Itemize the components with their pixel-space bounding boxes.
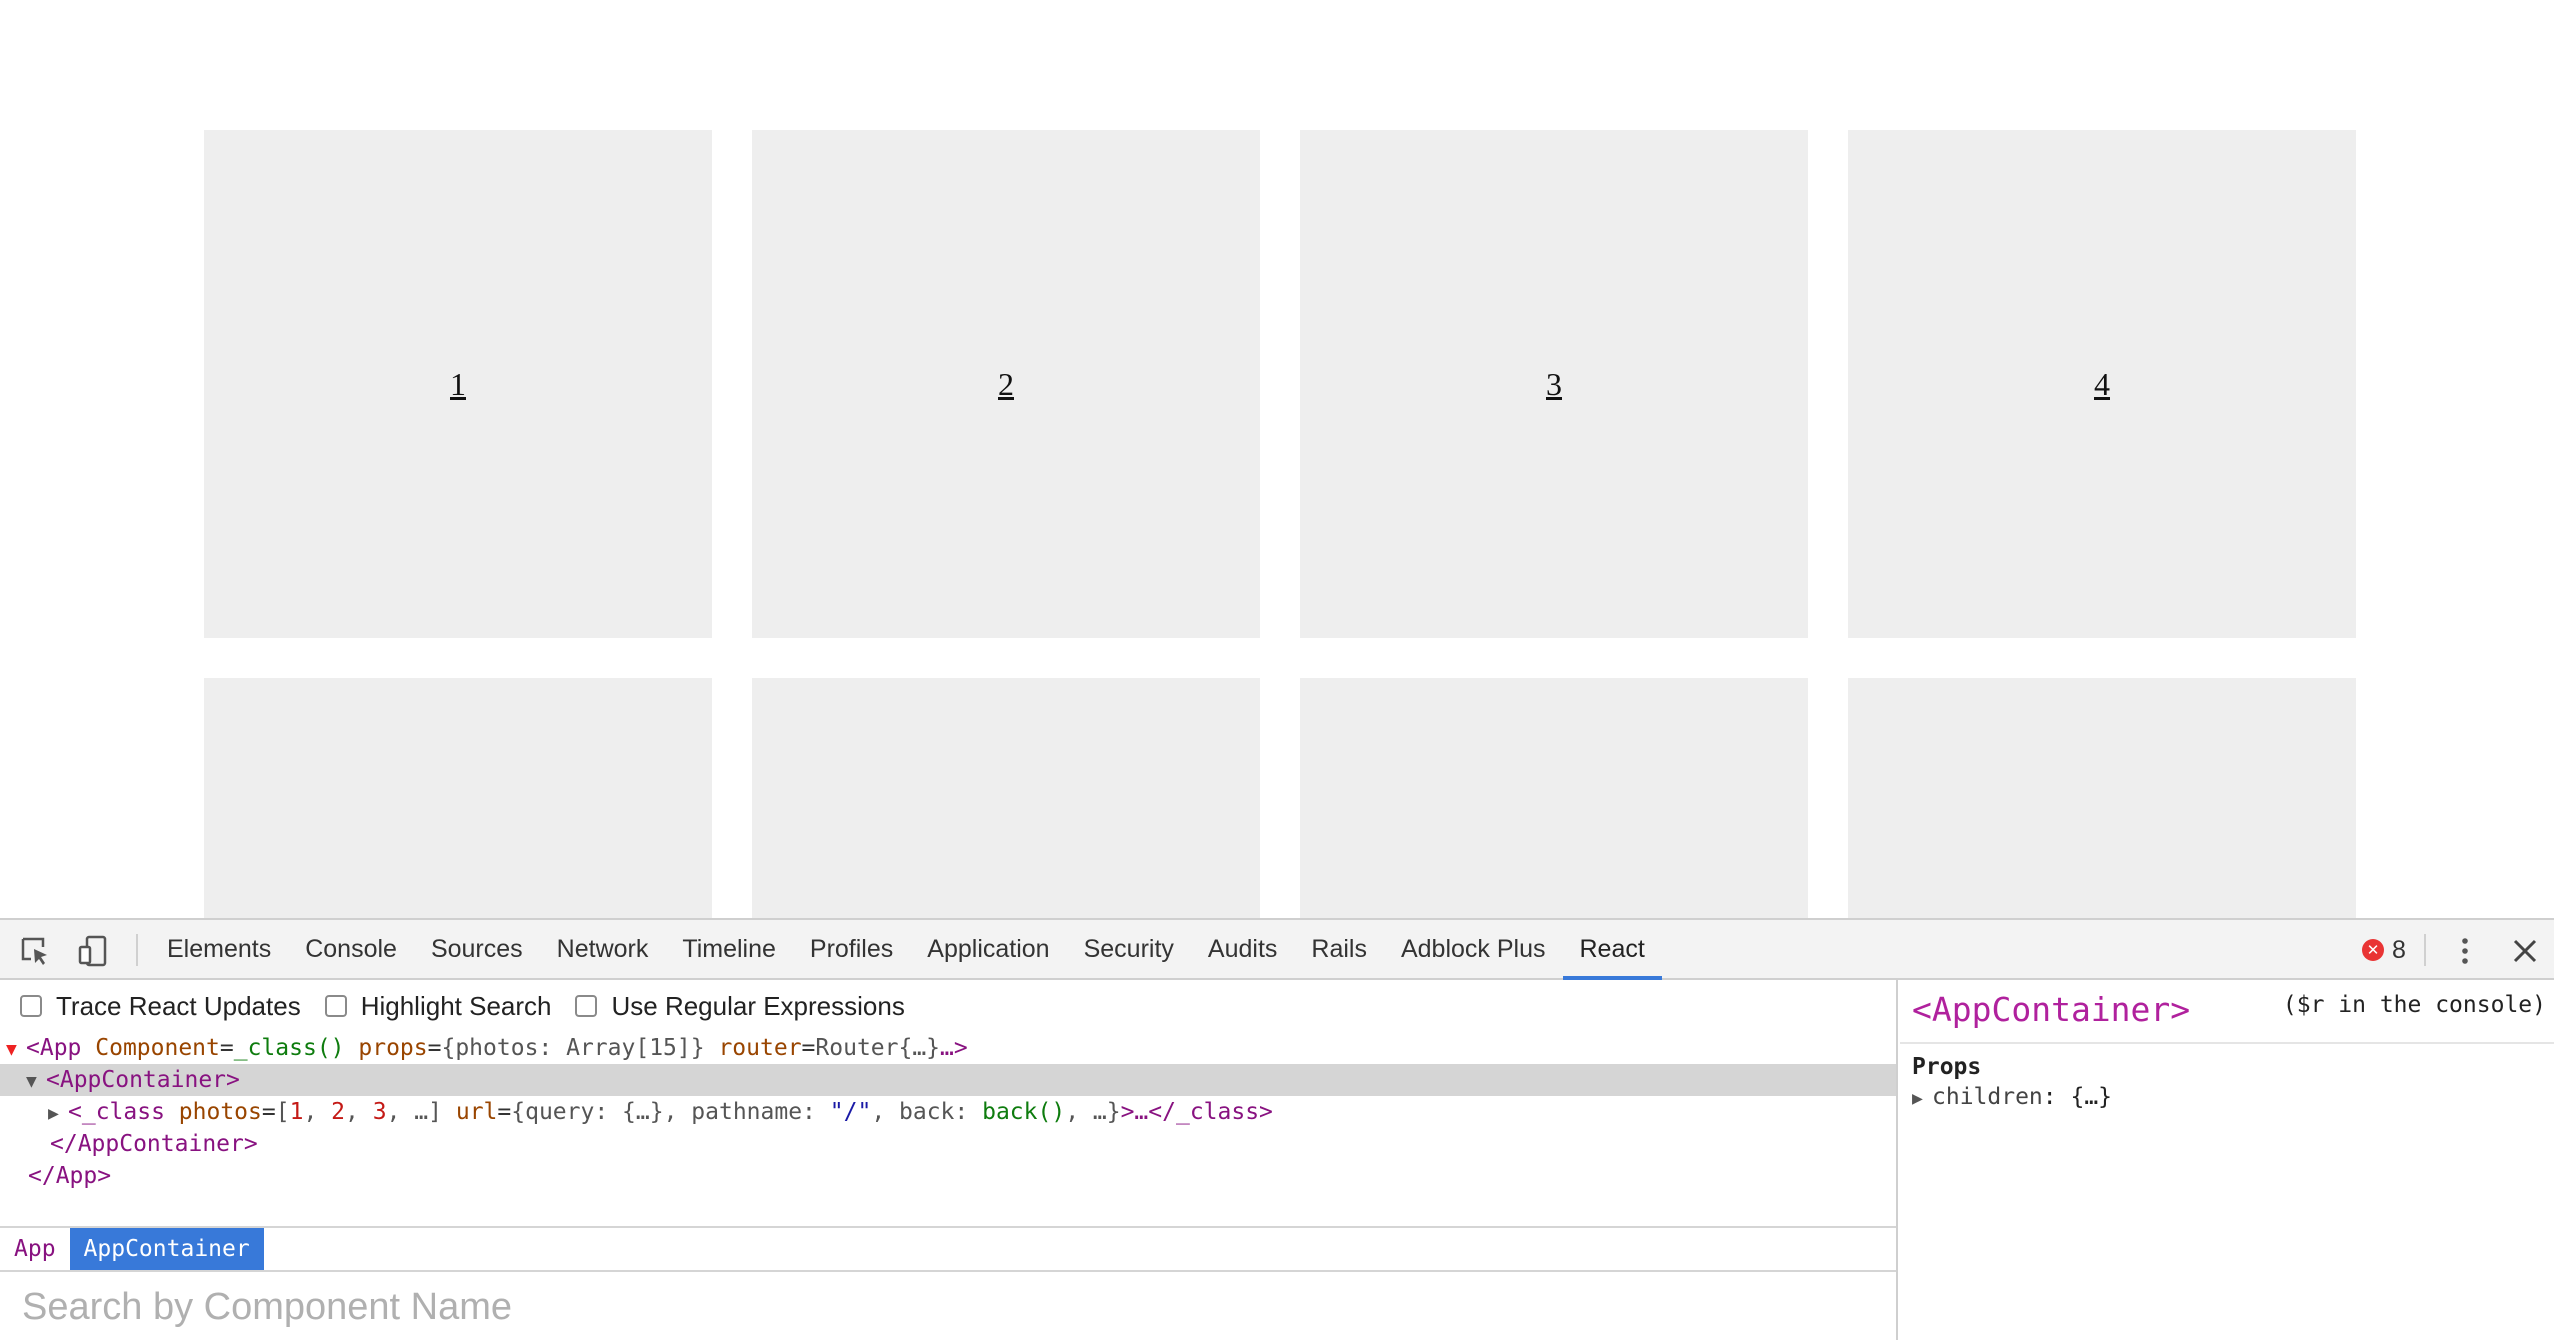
- expand-arrow-icon[interactable]: ▶: [48, 1098, 68, 1130]
- devtools-panel: Elements Console Sources Network Timelin…: [0, 918, 2554, 1340]
- prop-row[interactable]: ▶ children: {…}: [1912, 1084, 2112, 1110]
- regex-checkbox[interactable]: [575, 995, 598, 1017]
- devtools-tabs: Elements Console Sources Network Timelin…: [150, 920, 1663, 980]
- toolbar-divider: [2424, 934, 2426, 966]
- collapse-arrow-icon[interactable]: ▼: [6, 1034, 26, 1066]
- tree-node-class[interactable]: ▶ <_class photos=[1, 2, 3, …] url={query:…: [0, 1096, 1896, 1128]
- photo-tile[interactable]: [204, 678, 712, 918]
- regex-option[interactable]: Use Regular Expressions: [575, 990, 905, 1022]
- more-vertical-icon[interactable]: [2448, 934, 2482, 968]
- breadcrumb-appcontainer[interactable]: AppContainer: [69, 1228, 264, 1270]
- props-sidebar: <AppContainer> ($r in the console) Props…: [1900, 980, 2554, 1340]
- console-hint: ($r in the console): [2282, 992, 2546, 1018]
- tab-adblock-plus[interactable]: Adblock Plus: [1384, 920, 1563, 978]
- photo-tile[interactable]: [752, 678, 1260, 918]
- tab-elements[interactable]: Elements: [150, 920, 288, 978]
- tab-timeline[interactable]: Timeline: [665, 920, 793, 978]
- photo-tile[interactable]: [1300, 678, 1808, 918]
- trace-updates-label: Trace React Updates: [56, 990, 301, 1021]
- error-counter[interactable]: ✕ 8: [2362, 934, 2406, 966]
- breadcrumb-app[interactable]: App: [0, 1228, 70, 1270]
- expand-arrow-icon[interactable]: ▶: [1912, 1088, 1932, 1109]
- component-tree: ▼ <App Component=_class() props={photos: …: [0, 1032, 1896, 1204]
- photo-link[interactable]: 2: [998, 366, 1014, 403]
- device-toolbar-icon[interactable]: [76, 934, 110, 968]
- regex-label: Use Regular Expressions: [611, 990, 905, 1021]
- page-content: 1 2 3 4: [0, 0, 2554, 918]
- photo-tile[interactable]: 2: [752, 130, 1260, 638]
- photo-tile[interactable]: 1: [204, 130, 712, 638]
- close-icon[interactable]: [2508, 934, 2542, 968]
- highlight-search-label: Highlight Search: [360, 990, 552, 1021]
- error-icon: ✕: [2362, 939, 2384, 961]
- react-options-bar: Trace React Updates Highlight Search Use…: [0, 980, 1896, 1032]
- highlight-search-checkbox[interactable]: [324, 995, 347, 1017]
- photo-tile[interactable]: [1848, 678, 2356, 918]
- tab-application[interactable]: Application: [910, 920, 1066, 978]
- react-tree-panel: Trace React Updates Highlight Search Use…: [0, 980, 1898, 1340]
- props-heading: Props: [1912, 1054, 1982, 1080]
- tab-network[interactable]: Network: [540, 920, 666, 978]
- tab-profiles[interactable]: Profiles: [793, 920, 910, 978]
- selected-component-name: <AppContainer>: [1912, 990, 2191, 1029]
- error-count: 8: [2392, 935, 2406, 964]
- tab-audits[interactable]: Audits: [1191, 920, 1294, 978]
- breadcrumb: App AppContainer: [0, 1226, 1896, 1272]
- toolbar-divider: [136, 934, 138, 966]
- trace-updates-checkbox[interactable]: [20, 995, 42, 1017]
- photo-link[interactable]: 1: [450, 366, 466, 403]
- tab-console[interactable]: Console: [288, 920, 414, 978]
- sidebar-header: <AppContainer> ($r in the console): [1900, 980, 2554, 1044]
- photo-link[interactable]: 3: [1546, 366, 1562, 403]
- trace-updates-option[interactable]: Trace React Updates: [20, 991, 301, 1022]
- tab-rails[interactable]: Rails: [1294, 920, 1384, 978]
- inspect-icon[interactable]: [18, 934, 52, 968]
- tab-sources[interactable]: Sources: [414, 920, 540, 978]
- collapse-arrow-icon[interactable]: ▼: [26, 1066, 46, 1098]
- tree-node-appcontainer-close: </AppContainer>: [50, 1131, 258, 1157]
- highlight-search-option[interactable]: Highlight Search: [324, 990, 552, 1022]
- tab-security[interactable]: Security: [1067, 920, 1191, 978]
- component-search-input[interactable]: [0, 1272, 1896, 1340]
- photo-tile[interactable]: 4: [1848, 130, 2356, 638]
- devtools-tab-bar: Elements Console Sources Network Timelin…: [0, 920, 2554, 980]
- tree-node-app[interactable]: ▼ <App Component=_class() props={photos: …: [0, 1032, 1896, 1064]
- photo-link[interactable]: 4: [2094, 366, 2110, 403]
- photo-tile[interactable]: 3: [1300, 130, 1808, 638]
- tree-node-appcontainer[interactable]: ▼ <AppContainer>: [0, 1064, 1896, 1096]
- tab-react[interactable]: React: [1562, 920, 1663, 980]
- tree-node-app-close: </App>: [28, 1163, 112, 1189]
